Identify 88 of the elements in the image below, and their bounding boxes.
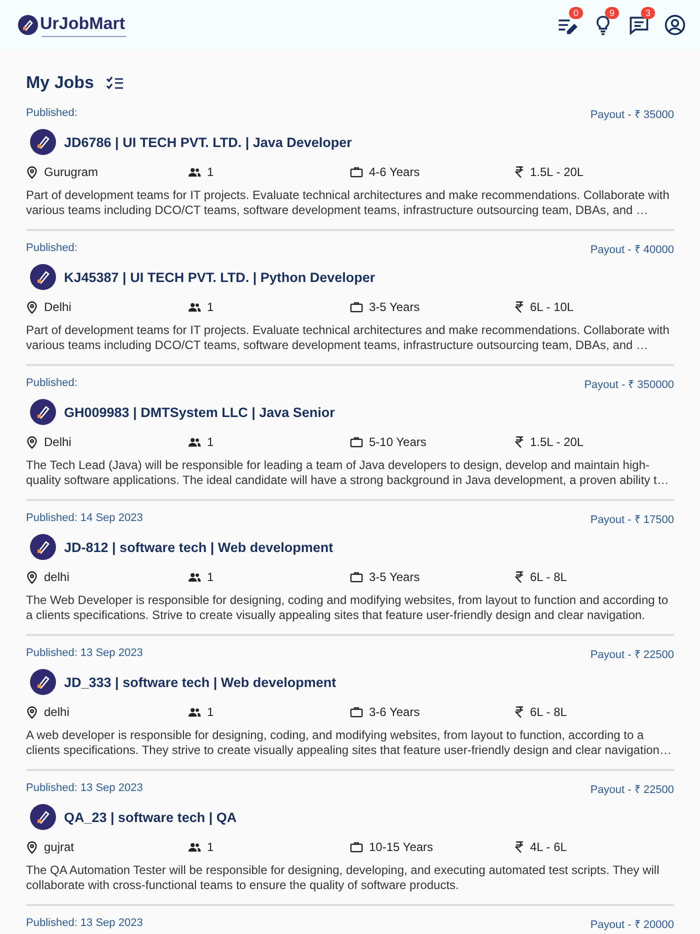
briefcase-icon (350, 166, 363, 178)
salary-range: 6L - 8L (530, 705, 567, 719)
salary-range: 1.5L - 20L (530, 435, 584, 449)
job-description: The QA Automation Tester will be responsible for designing, developing, and executing automated test scripts. They will collaborate with cross-functional teams to ensure the quality of software products. (26, 863, 660, 892)
rupee-icon (515, 571, 524, 583)
experience-range: 5-10 Years (369, 435, 426, 449)
logo-text[interactable]: UrJobMart (40, 14, 126, 34)
salary-range: 6L - 8L (530, 570, 567, 584)
job-title-link[interactable]: JD-812 | software tech | Web development (64, 540, 334, 554)
experience-range: 3-5 Years (369, 570, 420, 584)
rupee-icon (515, 436, 524, 448)
published-date: Published: 14 Sep 2023 (26, 512, 143, 524)
briefcase-icon (350, 571, 363, 583)
people-icon (188, 842, 201, 852)
rupee-icon (515, 301, 524, 313)
job-location: Delhi (44, 300, 72, 314)
profile-icon[interactable] (664, 14, 686, 36)
company-logo-icon (30, 534, 56, 560)
briefcase-icon (350, 706, 363, 718)
experience-range: 10-15 Years (369, 840, 434, 854)
payout-amount: Payout - ₹ 20000 (590, 918, 674, 930)
job-title-link[interactable]: QA_23 | software tech | QA (64, 810, 237, 824)
job-location: Gurugram (44, 165, 98, 179)
rupee-icon (515, 841, 524, 853)
published-date: Published: (26, 377, 78, 389)
notification-badge: 0 (569, 7, 583, 19)
job-location: delhi (44, 705, 70, 719)
people-icon (188, 437, 201, 447)
job-title-link[interactable]: KJ45387 | UI TECH PVT. LTD. | Python Developer (64, 270, 376, 284)
experience-range: 3-5 Years (369, 300, 420, 314)
people-icon (188, 707, 201, 717)
location-pin-icon (26, 706, 38, 718)
company-logo-icon (30, 129, 56, 155)
job-description: A web developer is responsible for designing, coding, and modifying websites, from layout to function, according to a clients specifications. They strive to create visually appealing sites that feature user-friendly design and clear navigation… (26, 728, 672, 757)
briefcase-icon (350, 301, 363, 313)
openings-count: 1 (207, 300, 214, 314)
job-location: delhi (44, 570, 70, 584)
openings-count: 1 (207, 435, 214, 449)
location-pin-icon (26, 166, 38, 178)
job-title-link[interactable]: JD6786 | UI TECH PVT. LTD. | Java Developer (64, 134, 352, 150)
rupee-icon (515, 706, 524, 718)
notification-badge: 9 (605, 7, 619, 19)
salary-range: 4L - 6L (530, 840, 567, 854)
payout-amount: Payout - ₹ 22500 (590, 782, 674, 796)
published-date: Published: 13 Sep 2023 (26, 782, 143, 794)
people-icon (188, 572, 201, 582)
location-pin-icon (26, 570, 38, 584)
payout-amount: Payout - ₹ 40000 (590, 242, 674, 256)
briefcase-icon (350, 841, 363, 853)
payout-amount: Payout - ₹ 35000 (590, 108, 674, 120)
payout-amount: Payout - ₹ 22500 (590, 648, 674, 660)
experience-range: 3-6 Years (369, 705, 420, 719)
payout-amount: Payout - ₹ 17500 (590, 512, 674, 526)
job-title-link[interactable]: GH009983 | DMTSystem LLC | Java Senior (64, 404, 335, 420)
location-pin-icon (26, 300, 38, 314)
openings-count: 1 (207, 840, 214, 854)
company-logo-icon (30, 669, 56, 695)
published-date: Published: 13 Sep 2023 (26, 917, 143, 929)
published-date: Published: (26, 242, 78, 254)
job-description: Part of development teams for IT projects. Evaluate technical architectures and make recommendations. Collaborate with various teams including DCO/CT teams, software development teams, infrastructure outsourcing team, DBAs, and … (26, 323, 670, 352)
logo-icon (18, 15, 38, 35)
location-pin-icon (26, 840, 38, 854)
openings-count: 1 (207, 165, 214, 179)
job-title-link[interactable]: JD_333 | software tech | Web development (64, 674, 336, 690)
published-date: Published: (26, 107, 78, 119)
salary-range: 1.5L - 20L (530, 165, 584, 179)
job-location: gujrat (44, 840, 74, 854)
job-description: The Tech Lead (Java) will be responsible for leading a team of Java developers to design, develop and maintain high-quality software applications. The ideal candidate will have a strong background in Java development, a proven ability t… (26, 458, 670, 487)
openings-count: 1 (207, 705, 214, 719)
job-location: Delhi (44, 435, 72, 449)
checklist-icon[interactable] (106, 76, 124, 90)
salary-range: 6L - 10L (530, 300, 574, 314)
page-title: My Jobs (26, 73, 94, 93)
experience-range: 4-6 Years (369, 165, 420, 179)
people-icon (188, 167, 201, 177)
published-date: Published: 13 Sep 2023 (26, 647, 143, 659)
job-description: The Web Developer is responsible for designing, coding and modifying websites, from layout to function and according to a clients specifications. Strive to create visually appealing sites that feature user-friendly design and clear navigation. (26, 593, 670, 622)
company-logo-icon (30, 399, 56, 425)
location-pin-icon (26, 436, 38, 448)
openings-count: 1 (207, 570, 214, 584)
company-logo-icon (30, 264, 56, 290)
rupee-icon (515, 166, 524, 178)
company-logo-icon (30, 804, 56, 830)
people-icon (188, 302, 201, 312)
briefcase-icon (350, 436, 363, 448)
job-description: Part of development teams for IT projects. Evaluate technical architectures and make recommendations. Collaborate with various teams including DCO/CT teams, software development teams, infrastructure outsourcing team, DBAs, and … (26, 188, 670, 217)
payout-amount: Payout - ₹ 350000 (584, 378, 674, 390)
notification-badge: 3 (641, 7, 655, 19)
